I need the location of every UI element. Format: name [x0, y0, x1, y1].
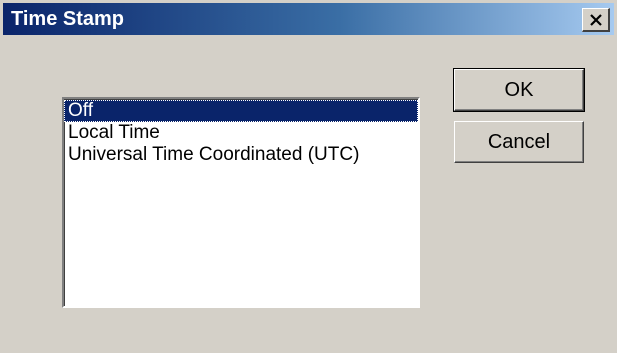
list-item-utc[interactable]: Universal Time Coordinated (UTC): [64, 144, 418, 166]
close-icon: [589, 13, 603, 26]
listbox-items: Off Local Time Universal Time Coordinate…: [64, 99, 418, 166]
close-button[interactable]: [582, 8, 610, 32]
ok-button[interactable]: OK: [453, 68, 585, 112]
list-item-local-time[interactable]: Local Time: [64, 122, 418, 144]
time-stamp-listbox[interactable]: Off Local Time Universal Time Coordinate…: [62, 97, 420, 308]
title-bar[interactable]: Time Stamp: [3, 3, 614, 35]
time-stamp-dialog: Time Stamp Off Local Time Universal Time…: [0, 0, 617, 353]
window-title: Time Stamp: [11, 8, 124, 30]
list-item-off[interactable]: Off: [64, 100, 418, 122]
cancel-button[interactable]: Cancel: [454, 121, 584, 163]
